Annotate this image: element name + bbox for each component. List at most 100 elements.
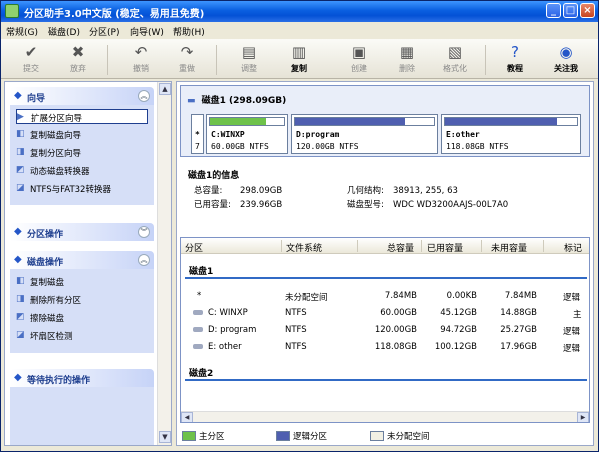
collapse-icon[interactable]: ︽ [138,254,150,266]
sidebar-scrollbar[interactable]: ▲ ▼ [157,82,171,445]
scroll-right-icon[interactable]: ▶ [577,412,589,422]
column-header[interactable]: 已用容量 [427,241,463,254]
window-title: 分区助手3.0中文版 (稳定、易用且免费) [24,9,205,20]
segment-label: C:WINXP [211,130,245,139]
minimize-button[interactable]: _ [546,3,561,18]
column-divider[interactable] [421,240,422,252]
redo-button[interactable]: ↷ 重做 [165,41,209,77]
table-row[interactable]: C: WINXP NTFS 60.00GB 45.12GB 14.88GB 主 [181,305,589,321]
menu-wizard[interactable]: 向导(W) [130,25,164,38]
delete-label: 删除 [399,64,415,73]
scroll-up-icon[interactable]: ▲ [159,83,171,95]
disk-icon: ◆ [14,254,22,265]
menu-bar: 常规(G) 磁盘(D) 分区(P) 向导(W) 帮助(H) [1,22,598,39]
menu-disk[interactable]: 磁盘(D) [48,25,80,38]
column-header[interactable]: 未用容量 [491,241,527,254]
resize-button[interactable]: ▤ 调整 [227,41,271,77]
disk-segment-e[interactable]: E:other 118.08GB NTFS [441,114,581,154]
format-button[interactable]: ▧ 格式化 [433,41,477,77]
create-button[interactable]: ▣ 创建 [337,41,381,77]
pending-ops-header[interactable]: ◆ 等待执行的操作 [10,369,154,387]
follow-button[interactable]: ◉ 关注我 [544,41,588,77]
disk-segment-c[interactable]: C:WINXP 60.00GB NTFS [206,114,288,154]
cell-total: 60.00GB [380,308,417,318]
tutorial-button[interactable]: ? 教程 [493,41,537,77]
copy-button[interactable]: ▥ 复制 [277,41,321,77]
submit-button[interactable]: ✔ 提交 [9,41,53,77]
usage-bar [209,117,285,126]
submit-label: 提交 [23,64,39,73]
column-divider[interactable] [357,240,358,252]
collapse-icon[interactable]: ︽ [138,90,150,102]
partition-ops-panel: ◆ 分区操作 ︾ [9,222,155,242]
follow-label: 关注我 [554,64,578,73]
pending-icon: ◆ [14,372,22,383]
column-divider[interactable] [481,240,482,252]
close-button[interactable]: × [580,3,595,18]
sidebar-item-delete-all[interactable]: ◨ 删除所有分区 [16,292,148,307]
redo-label: 重做 [179,64,195,73]
expand-icon[interactable]: ︾ [138,226,150,238]
copy-disk-icon: ◧ [16,276,25,286]
column-divider[interactable] [543,240,544,252]
sidebar-item-extend-wizard[interactable]: ▶ 扩展分区向导 [16,109,148,124]
usage-bar [444,117,578,126]
cell-flag: 逻辑 [563,327,581,337]
sidebar-item-dynamic-disk[interactable]: ◩ 动态磁盘转换器 [16,163,148,178]
segment-size: 118.08GB NTFS [446,142,509,151]
disk-info: 磁盘1的信息 总容量: 298.09GB 已用容量: 239.96GB 几何结构: 3… [180,168,590,230]
sidebar-item-wipe-disk[interactable]: ◩ 擦除磁盘 [16,310,148,325]
table-row[interactable]: D: program NTFS 120.00GB 94.72GB 25.27GB… [181,322,589,338]
column-header[interactable]: 总容量 [387,241,414,254]
wizard-panel-body: ▶ 扩展分区向导 ◧ 复制磁盘向导 ◨ 复制分区向导 ◩ 动态磁盘转换器 ◪ N… [10,105,154,205]
disk-segment-unallocated[interactable]: * 7 [191,114,204,154]
cell-flag: 主 [573,310,582,320]
menu-help[interactable]: 帮助(H) [173,25,205,38]
menu-general[interactable]: 常规(G) [6,25,38,38]
column-header[interactable]: 文件系统 [286,241,322,254]
sidebar-item-label: 动态磁盘转换器 [30,167,90,177]
bad-sector-icon: ◪ [16,330,25,340]
sidebar-item-copy-disk[interactable]: ◧ 复制磁盘 [16,274,148,289]
maximize-button[interactable]: □ [563,3,578,18]
sidebar-item-copy-disk-wizard[interactable]: ◧ 复制磁盘向导 [16,127,148,142]
disk-create-icon: ▣ [351,43,367,61]
column-divider[interactable] [281,240,282,252]
cell-total: 118.08GB [374,342,417,352]
scroll-left-icon[interactable]: ◀ [181,412,193,422]
disk-segment-d[interactable]: D:program 120.00GB NTFS [291,114,438,154]
wizard-icon: ◆ [14,90,22,101]
legend-label: 逻辑分区 [293,432,328,442]
partition-ops-title: 分区操作 [27,230,64,240]
column-header[interactable]: 分区 [185,241,203,254]
table-row[interactable]: * 未分配空间 7.84MB 0.00KB 7.84MB 逻辑 [181,288,589,304]
sidebar-item-bad-sector[interactable]: ◪ 坏扇区检测 [16,328,148,343]
menu-partition[interactable]: 分区(P) [89,25,119,38]
legend-swatch [182,431,196,441]
usage-fill [445,118,558,125]
usage-fill [295,118,405,125]
info-key: 总容量: [194,186,223,196]
toolbar: ✔ 提交 ✖ 放弃 ↶ 撤销 ↷ 重做 ▤ 调整 ▥ 复制 ▣ 创建 ▦ 删除 … [1,39,598,79]
disk-ops-header[interactable]: ◆ 磁盘操作 ︽ [10,251,154,269]
discard-button[interactable]: ✖ 放弃 [56,41,100,77]
delete-button[interactable]: ▦ 删除 [385,41,429,77]
table-hscrollbar[interactable]: ◀ ▶ [181,411,589,422]
wizard-panel-header[interactable]: ◆ 向导 ︽ [10,87,154,105]
legend-label: 未分配空间 [387,432,430,442]
sidebar-item-copy-partition-wizard[interactable]: ◨ 复制分区向导 [16,145,148,160]
segment-size: 120.00GB NTFS [296,142,359,151]
sidebar-item-ntfs-fat32[interactable]: ◪ NTFS与FAT32转换器 [16,181,148,196]
cell-partition: E: other [208,342,242,352]
column-header[interactable]: 标记 [564,241,582,254]
partition-ops-header[interactable]: ◆ 分区操作 ︾ [10,223,154,241]
table-row[interactable]: E: other NTFS 118.08GB 100.12GB 17.96GB … [181,339,589,355]
info-value: 298.09GB [240,186,283,196]
undo-icon: ↶ [134,43,148,61]
cell-free: 7.84MB [504,291,537,301]
undo-button[interactable]: ↶ 撤销 [119,41,163,77]
scroll-down-icon[interactable]: ▼ [159,431,171,443]
info-value: 239.96GB [240,200,283,210]
legend-primary: 主分区 [182,430,225,442]
usage-bar [294,117,435,126]
